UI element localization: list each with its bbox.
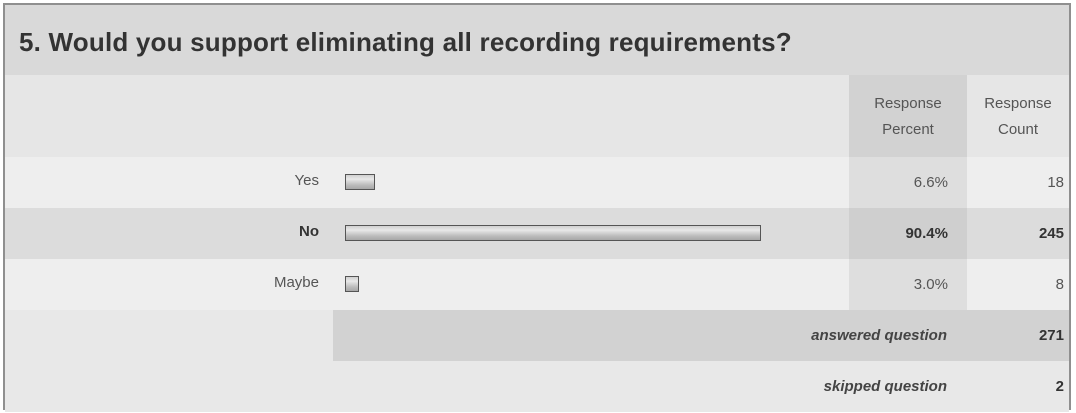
answered-label: answered question xyxy=(811,327,947,344)
count-cell: 18 xyxy=(1047,174,1064,191)
bar-maybe xyxy=(345,276,359,292)
answered-value: 271 xyxy=(1038,327,1064,344)
bar-yes xyxy=(345,174,375,190)
row-label: Maybe xyxy=(273,274,319,291)
answered-row-bg xyxy=(333,310,1069,361)
bar-track xyxy=(345,225,805,243)
table-row: Maybe 3.0% 8 xyxy=(5,259,1069,310)
percent-cell: 90.4% xyxy=(849,208,967,259)
table-row: Yes 6.6% 18 xyxy=(5,157,1069,208)
table-row: No 90.4% 245 xyxy=(5,208,1069,259)
question-title-bar: 5. Would you support eliminating all rec… xyxy=(5,5,1069,75)
survey-question-panel: 5. Would you support eliminating all rec… xyxy=(3,3,1071,412)
header-percent-line2: Percent xyxy=(882,121,934,138)
skipped-row: skipped question 2 xyxy=(5,361,1069,412)
header-response-count: Response Count xyxy=(967,75,1069,157)
bar-no xyxy=(345,225,761,241)
count-cell: 8 xyxy=(1055,276,1064,293)
answered-row: answered question 271 xyxy=(5,310,1069,361)
header-response-percent: Response Percent xyxy=(849,75,967,157)
header-count-line2: Count xyxy=(997,121,1039,138)
count-cell: 245 xyxy=(1038,225,1064,242)
skipped-value: 2 xyxy=(1055,378,1064,395)
percent-cell: 3.0% xyxy=(849,259,967,310)
bar-track xyxy=(345,276,805,294)
question-title: 5. Would you support eliminating all rec… xyxy=(19,27,792,57)
header-percent-line1: Response xyxy=(874,95,942,112)
skipped-label: skipped question xyxy=(823,378,947,395)
row-label: No xyxy=(299,223,319,240)
bar-track xyxy=(345,174,805,192)
row-label: Yes xyxy=(294,172,319,189)
percent-cell: 6.6% xyxy=(849,157,967,208)
header-count-line1: Response xyxy=(984,95,1052,112)
